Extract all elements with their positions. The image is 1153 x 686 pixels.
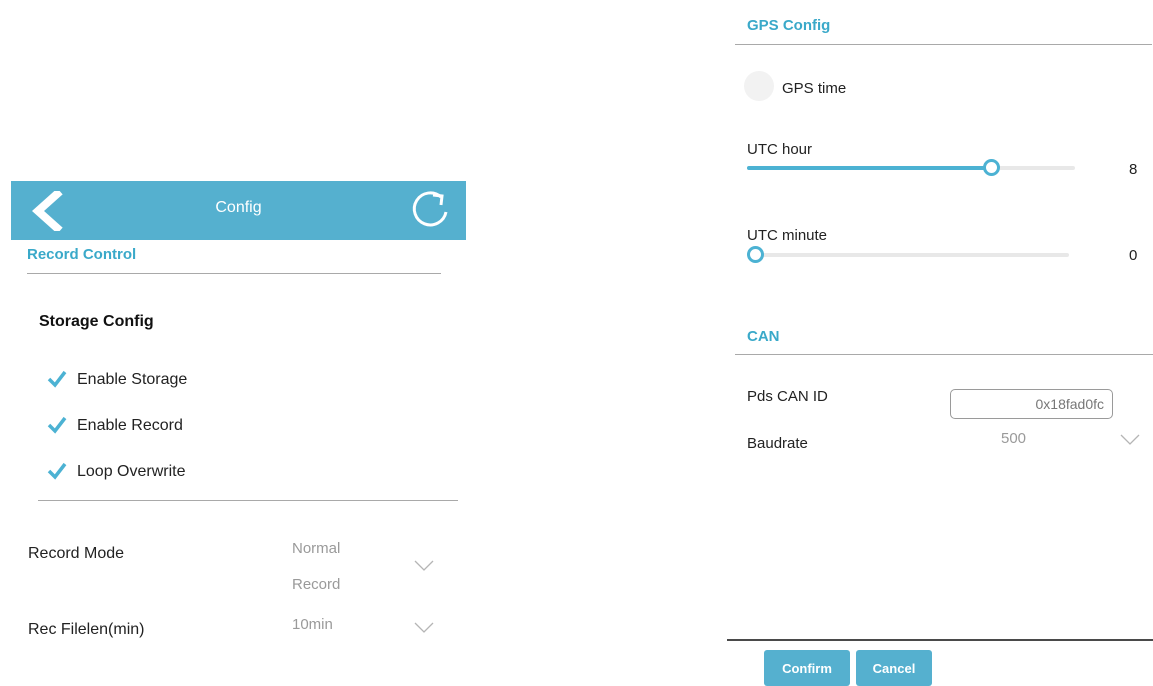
rec-filelen-label: Rec Filelen(min): [28, 621, 145, 638]
refresh-button[interactable]: [408, 188, 452, 232]
record-mode-label: Record Mode: [28, 545, 125, 562]
record-mode-select[interactable]: Normal Record: [290, 532, 450, 604]
loop-overwrite-label: Loop Overwrite: [77, 463, 186, 480]
slider-fill: [747, 166, 991, 170]
gps-time-toggle[interactable]: [744, 71, 774, 101]
chevron-down-icon[interactable]: [1120, 434, 1140, 446]
pds-can-id-label: Pds CAN ID: [747, 388, 828, 405]
slider-thumb[interactable]: [747, 246, 764, 263]
enable-record-checkbox[interactable]: [44, 412, 70, 438]
utc-minute-label: UTC minute: [747, 227, 828, 244]
divider: [27, 273, 441, 274]
gps-config-title: GPS Config: [747, 17, 831, 34]
record-control-title: Record Control: [27, 246, 137, 263]
baudrate-select[interactable]: 500: [1000, 428, 1144, 458]
checkmark-icon: [47, 416, 67, 434]
page-title: Config: [215, 199, 262, 216]
rec-filelen-select[interactable]: 10min: [290, 608, 450, 644]
checkmark-icon: [47, 370, 67, 388]
enable-record-row[interactable]: Enable Record: [40, 412, 240, 440]
chevron-down-icon[interactable]: [414, 622, 434, 634]
slider-track: [747, 253, 1069, 257]
refresh-icon: [412, 191, 448, 227]
checkmark-icon: [47, 462, 67, 480]
loop-overwrite-checkbox[interactable]: [44, 458, 70, 484]
record-mode-value-line1: Normal: [292, 540, 341, 557]
loop-overwrite-row[interactable]: Loop Overwrite: [40, 458, 240, 486]
utc-hour-label: UTC hour: [747, 141, 813, 158]
utc-minute-slider[interactable]: [747, 245, 1069, 265]
footer-divider: [727, 639, 1153, 641]
divider: [735, 44, 1152, 45]
pds-can-id-input[interactable]: [950, 389, 1113, 419]
slider-thumb[interactable]: [983, 159, 1000, 176]
chevron-down-icon[interactable]: [414, 560, 434, 572]
utc-hour-slider[interactable]: [747, 158, 1075, 178]
can-title: CAN: [747, 328, 780, 345]
cancel-button[interactable]: Cancel: [856, 650, 932, 686]
divider: [38, 500, 458, 501]
utc-hour-value: 8: [1129, 161, 1138, 178]
enable-storage-checkbox[interactable]: [44, 366, 70, 392]
title-bar: Config: [11, 181, 466, 240]
confirm-button[interactable]: Confirm: [764, 650, 850, 686]
rec-filelen-value: 10min: [292, 616, 333, 633]
baudrate-value: 500: [1001, 430, 1027, 447]
utc-minute-value: 0: [1129, 247, 1138, 264]
divider: [735, 354, 1153, 355]
record-mode-value-line2: Record: [292, 576, 341, 593]
gps-time-label: GPS time: [782, 80, 847, 97]
enable-storage-row[interactable]: Enable Storage: [40, 366, 240, 394]
enable-storage-label: Enable Storage: [77, 371, 188, 388]
enable-record-label: Enable Record: [77, 417, 183, 434]
storage-config-title: Storage Config: [39, 313, 154, 330]
baudrate-label: Baudrate: [747, 435, 808, 452]
